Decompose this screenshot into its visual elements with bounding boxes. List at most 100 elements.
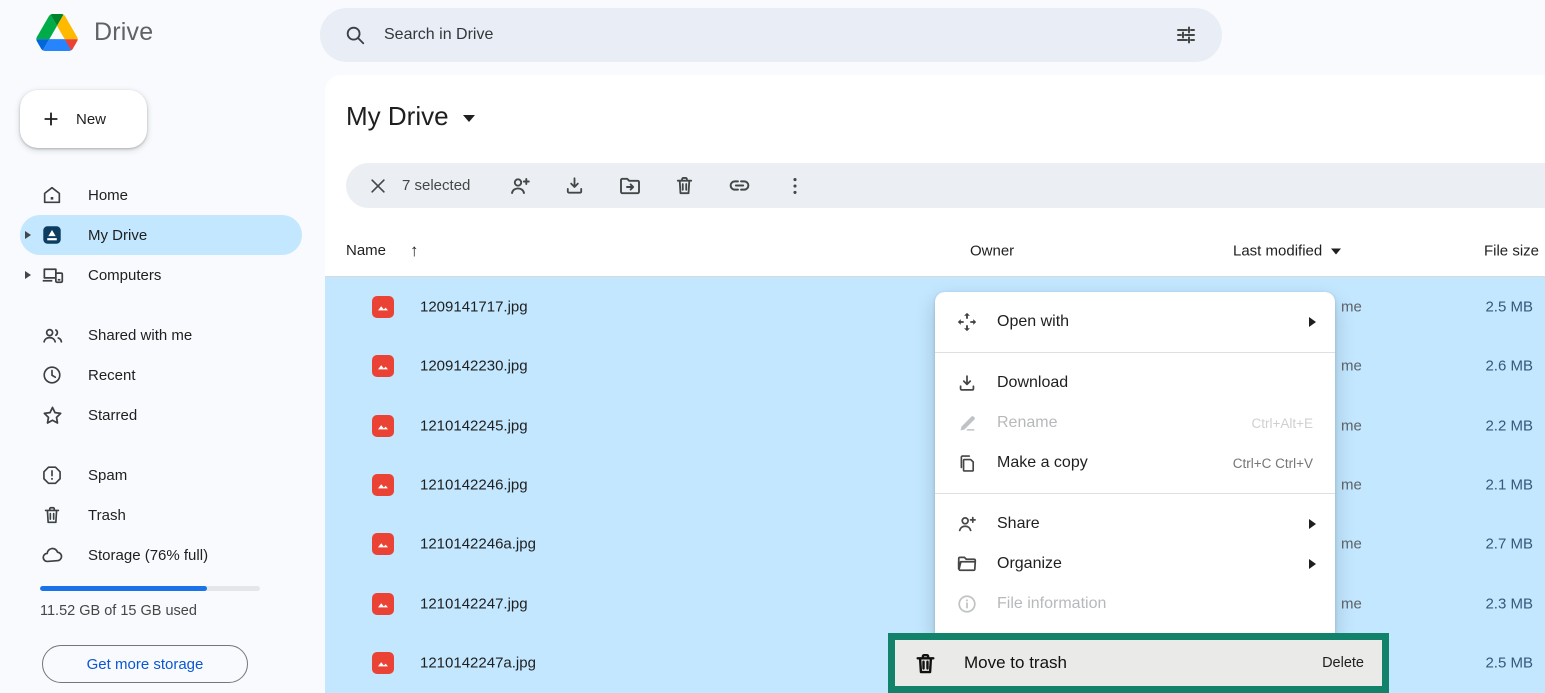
clock-icon (40, 363, 64, 387)
context-menu: Open with Download (935, 292, 1335, 638)
tune-icon (1174, 23, 1198, 47)
folder-icon (955, 553, 979, 575)
download-button[interactable] (547, 163, 602, 208)
caret-down-icon (463, 115, 475, 122)
image-file-icon (372, 652, 394, 674)
person-add-icon (955, 513, 979, 535)
menu-item-make-a-copy[interactable]: Make a copy Ctrl+C Ctrl+V (935, 443, 1335, 483)
submenu-arrow-icon (1309, 317, 1316, 327)
get-more-storage-button[interactable]: Get more storage (42, 645, 248, 683)
sidebar-item-starred[interactable]: Starred (20, 395, 302, 435)
share-button[interactable] (492, 163, 547, 208)
menu-item-share[interactable]: Share (935, 504, 1335, 544)
file-size: 2.1 MB (1485, 476, 1533, 493)
home-icon (40, 183, 64, 207)
shortcut-label: Ctrl+Alt+E (1251, 416, 1313, 431)
modified-by: me (1341, 298, 1362, 315)
search-bar[interactable] (320, 8, 1222, 62)
sidebar-item-home[interactable]: Home (20, 175, 302, 215)
clear-selection-button[interactable] (368, 163, 402, 208)
nav-divider-gap (0, 295, 310, 315)
expand-arrow-icon[interactable] (25, 271, 31, 279)
search-input[interactable] (384, 26, 1156, 44)
info-icon (955, 593, 979, 615)
sidebar-item-my-drive[interactable]: My Drive (20, 215, 302, 255)
column-header-name[interactable]: Name ↑ (346, 241, 419, 261)
sidebar-item-shared-with-me[interactable]: Shared with me (20, 315, 302, 355)
folder-move-icon (618, 174, 642, 198)
menu-item-rename: Rename Ctrl+Alt+E (935, 403, 1335, 443)
modified-by: me (1341, 595, 1362, 612)
image-file-icon (372, 593, 394, 615)
image-file-icon (372, 415, 394, 437)
sidebar-item-storage[interactable]: Storage (76% full) (20, 535, 302, 575)
image-file-icon (372, 296, 394, 318)
trash-icon (673, 174, 696, 197)
cloud-icon (40, 543, 64, 567)
caret-down-icon (1331, 249, 1341, 255)
search-icon (344, 24, 366, 46)
submenu-arrow-icon (1309, 559, 1316, 569)
image-file-icon (372, 533, 394, 555)
drive-logo-icon (36, 14, 78, 51)
column-header-file-size[interactable]: File size (1484, 242, 1539, 259)
storage-progress-bar (40, 586, 260, 591)
table-header: Name ↑ Owner Last modified File size (325, 225, 1545, 277)
spam-icon (40, 463, 64, 487)
trash-button[interactable] (657, 163, 712, 208)
file-size: 2.2 MB (1485, 417, 1533, 434)
sort-ascending-icon[interactable]: ↑ (410, 241, 419, 261)
expand-arrow-icon[interactable] (25, 231, 31, 239)
sidebar-item-label: My Drive (88, 227, 147, 244)
submenu-arrow-icon (1309, 519, 1316, 529)
sidebar-item-spam[interactable]: Spam (20, 455, 302, 495)
new-button-label: New (76, 111, 106, 128)
selected-count: 7 selected (402, 177, 470, 194)
kebab-menu-icon (784, 175, 806, 197)
sidebar-item-label: Computers (88, 267, 161, 284)
download-icon (955, 372, 979, 394)
file-size: 2.5 MB (1485, 655, 1533, 672)
menu-item-move-to-trash[interactable]: Move to trash Delete (888, 633, 1389, 693)
sidebar-item-label: Home (88, 187, 128, 204)
trash-icon (913, 651, 938, 676)
search-options-button[interactable] (1174, 23, 1198, 47)
drive-logo: Drive (36, 14, 153, 51)
get-link-button[interactable] (712, 163, 767, 208)
sidebar-item-label: Trash (88, 507, 126, 524)
sidebar-item-label: Recent (88, 367, 136, 384)
nav-divider-gap (0, 435, 310, 455)
file-size: 2.6 MB (1485, 358, 1533, 375)
sidebar: Drive New Home (0, 0, 325, 693)
sidebar-item-trash[interactable]: Trash (20, 495, 302, 535)
person-add-icon (508, 174, 532, 198)
sidebar-item-recent[interactable]: Recent (20, 355, 302, 395)
storage-progress-fill (40, 586, 207, 591)
menu-item-download[interactable]: Download (935, 363, 1335, 403)
sidebar-item-computers[interactable]: Computers (20, 255, 302, 295)
page-title: My Drive (346, 101, 449, 132)
move-to-folder-button[interactable] (602, 163, 657, 208)
plus-icon (40, 108, 62, 130)
sidebar-item-label: Starred (88, 407, 137, 424)
drive-app: Drive New Home (0, 0, 1545, 693)
column-header-last-modified[interactable]: Last modified (1233, 242, 1341, 259)
star-icon (40, 403, 64, 427)
file-size: 2.5 MB (1485, 298, 1533, 315)
shortcut-label: Delete (1322, 655, 1364, 671)
modified-by: me (1341, 536, 1362, 553)
my-drive-icon (40, 223, 64, 247)
trash-icon (40, 503, 64, 527)
file-size: 2.7 MB (1485, 536, 1533, 553)
menu-item-open-with[interactable]: Open with (935, 302, 1335, 342)
link-icon (727, 173, 752, 198)
sidebar-item-label: Spam (88, 467, 127, 484)
folder-title-menu[interactable]: My Drive (346, 101, 475, 132)
storage-usage-text: 11.52 GB of 15 GB used (40, 603, 197, 619)
modified-by: me (1341, 358, 1362, 375)
menu-item-organize[interactable]: Organize (935, 544, 1335, 584)
computers-icon (40, 263, 64, 287)
more-actions-button[interactable] (767, 163, 822, 208)
new-button[interactable]: New (20, 90, 147, 148)
column-header-owner[interactable]: Owner (970, 242, 1014, 259)
